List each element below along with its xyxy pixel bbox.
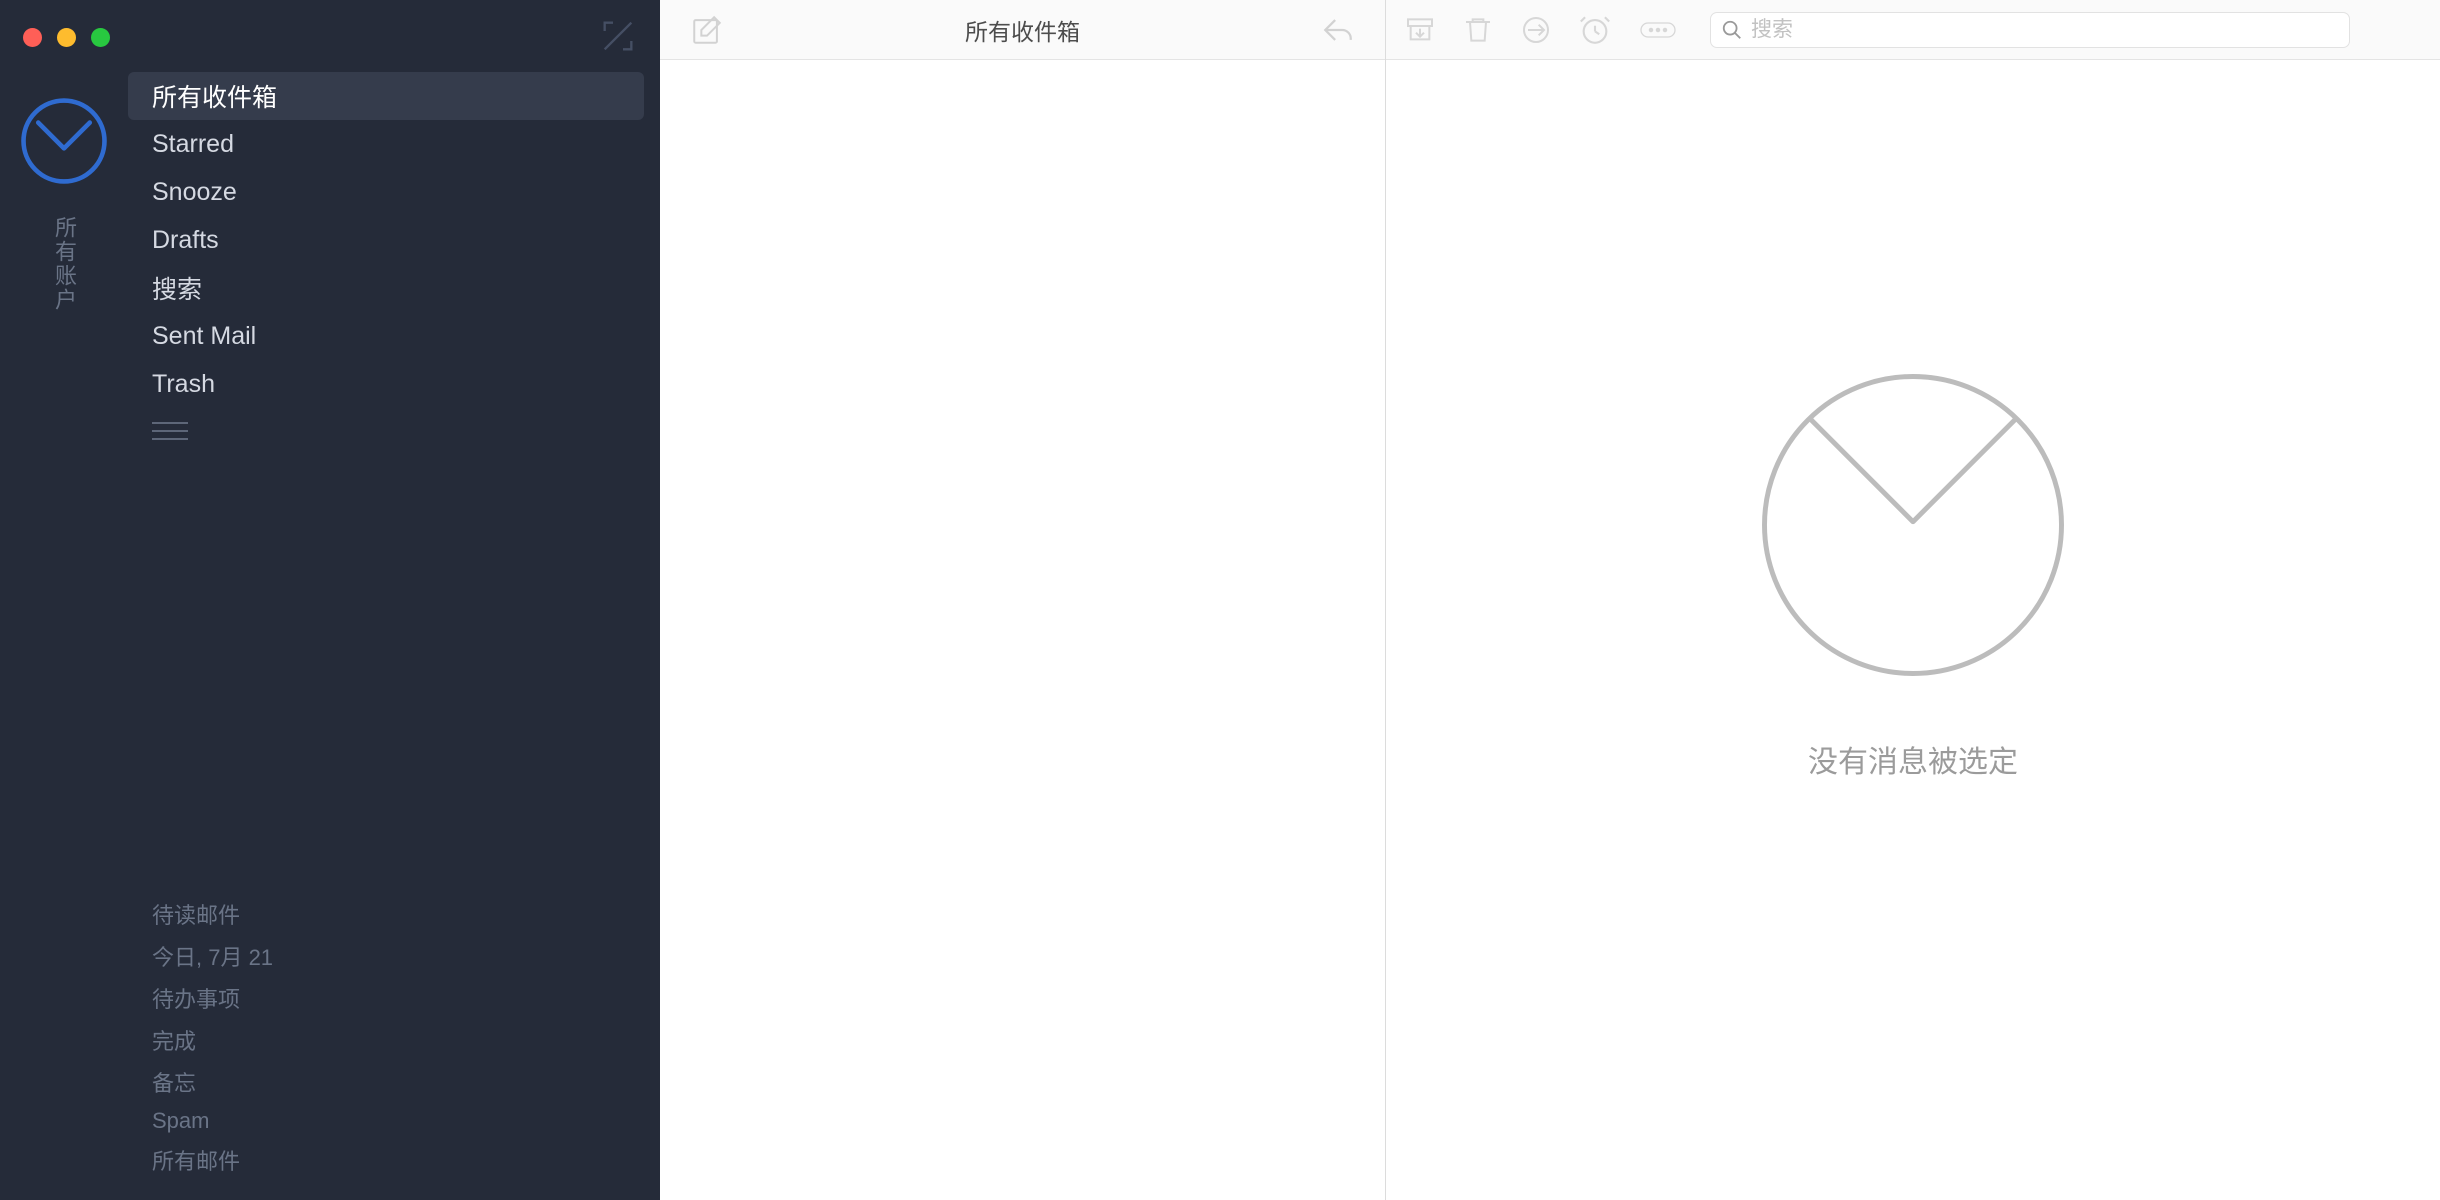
window-zoom-button[interactable] bbox=[91, 28, 110, 47]
trash-icon[interactable] bbox=[1462, 14, 1494, 46]
folder-item-starred[interactable]: Starred bbox=[128, 120, 644, 168]
reply-icon[interactable] bbox=[1321, 13, 1355, 47]
smart-folder-done[interactable]: 完成 bbox=[152, 1024, 660, 1056]
sidebar-bottom-lists: 待读邮件 今日, 7月 21 待办事项 完成 备忘 Spam 所有邮件 bbox=[128, 898, 660, 1200]
hamburger-icon[interactable] bbox=[152, 420, 660, 442]
smart-folder-today[interactable]: 今日, 7月 21 bbox=[152, 940, 660, 972]
search-field[interactable] bbox=[1710, 12, 2350, 48]
empty-state: 没有消息被选定 bbox=[1386, 60, 2440, 1200]
folder-item-trash[interactable]: Trash bbox=[128, 360, 644, 408]
folder-label: Drafts bbox=[152, 226, 219, 255]
folder-label: Snooze bbox=[152, 178, 237, 207]
folder-item-all-inboxes[interactable]: 所有收件箱 bbox=[128, 72, 644, 120]
later-icon[interactable] bbox=[1520, 14, 1552, 46]
folder-label: 搜索 bbox=[152, 270, 202, 306]
search-input[interactable] bbox=[1751, 18, 2339, 42]
message-list-toolbar: 所有收件箱 bbox=[660, 0, 1385, 60]
empty-envelope-icon bbox=[1738, 360, 2088, 695]
smart-folder-spam[interactable]: Spam bbox=[152, 1108, 660, 1134]
compose-icon[interactable] bbox=[690, 13, 724, 47]
folder-label: Starred bbox=[152, 130, 234, 159]
reading-pane: 没有消息被选定 bbox=[1386, 0, 2440, 1200]
smart-folder-all-mail[interactable]: 所有邮件 bbox=[152, 1144, 660, 1176]
search-icon bbox=[1721, 19, 1743, 41]
account-label[interactable]: 所有账户 bbox=[48, 216, 80, 312]
window-close-button[interactable] bbox=[23, 28, 42, 47]
reading-toolbar bbox=[1386, 0, 2440, 60]
sidebar: 所有账户 所有收件箱 Starred Snooze Drafts bbox=[0, 0, 660, 1200]
message-list-column: 所有收件箱 bbox=[660, 0, 1386, 1200]
sidebar-folders: 所有收件箱 Starred Snooze Drafts 搜索 Sent Mail… bbox=[128, 0, 660, 1200]
smart-folder-to-read[interactable]: 待读邮件 bbox=[152, 898, 660, 930]
folder-item-search[interactable]: 搜索 bbox=[128, 264, 644, 312]
window-minimize-button[interactable] bbox=[57, 28, 76, 47]
folder-item-snooze[interactable]: Snooze bbox=[128, 168, 644, 216]
folder-label: Sent Mail bbox=[152, 322, 256, 351]
smart-folder-todo[interactable]: 待办事项 bbox=[152, 982, 660, 1014]
window-controls bbox=[23, 28, 110, 47]
folder-item-sent[interactable]: Sent Mail bbox=[128, 312, 644, 360]
archive-icon[interactable] bbox=[1404, 14, 1436, 46]
snooze-icon[interactable] bbox=[1578, 13, 1612, 47]
sync-icon[interactable] bbox=[598, 16, 638, 61]
sidebar-rail: 所有账户 bbox=[0, 0, 128, 1200]
folder-item-drafts[interactable]: Drafts bbox=[128, 216, 644, 264]
message-list-title: 所有收件箱 bbox=[660, 13, 1385, 47]
app-window: 所有账户 所有收件箱 Starred Snooze Drafts bbox=[0, 0, 2440, 1200]
empty-state-text: 没有消息被选定 bbox=[1808, 737, 2018, 781]
folder-label: Trash bbox=[152, 370, 215, 399]
folder-label: 所有收件箱 bbox=[152, 78, 277, 114]
message-list-body bbox=[660, 60, 1385, 1200]
more-icon[interactable] bbox=[1638, 18, 1678, 42]
smart-folder-memo[interactable]: 备忘 bbox=[152, 1066, 660, 1098]
app-logo-icon[interactable] bbox=[18, 95, 110, 192]
